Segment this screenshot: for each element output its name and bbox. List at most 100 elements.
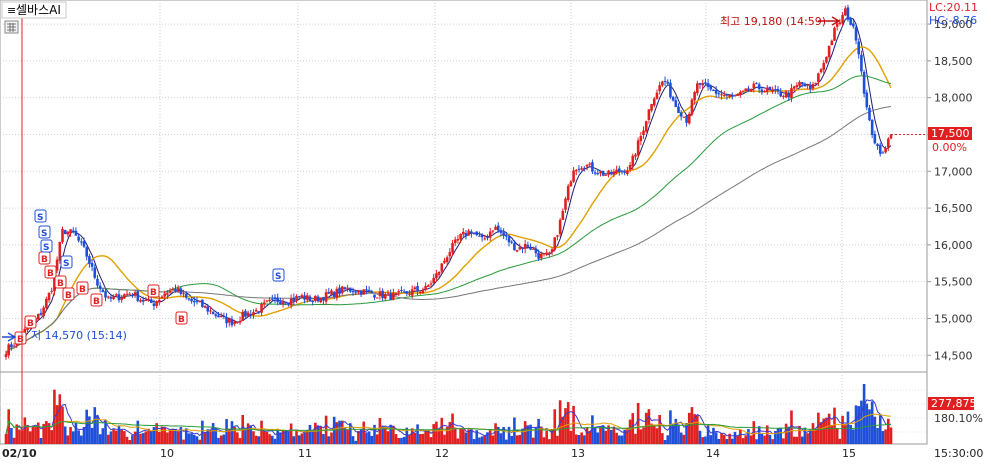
candle-body [620, 170, 624, 172]
volume-bar [843, 424, 847, 444]
candle-body [510, 241, 514, 243]
volume-bar [749, 435, 753, 444]
candle-body [128, 293, 132, 295]
volume-bar [327, 436, 331, 444]
sell-signal-label: S [275, 272, 281, 282]
candle-body [658, 85, 661, 92]
candle-body [849, 18, 852, 25]
high-annotation: 최고 19,180 (14:59) [720, 15, 826, 28]
candle-body [410, 289, 414, 296]
candle-body [480, 234, 484, 238]
low-annotation: 저 14,570 (15:14) [31, 329, 127, 342]
volume-bar [168, 429, 172, 444]
candle-body [362, 289, 366, 295]
volume-bar [190, 433, 193, 444]
volume-bar [760, 433, 764, 444]
volume-bar [604, 430, 608, 444]
volume-bar [133, 431, 137, 444]
candle-body [206, 306, 210, 312]
volume-bar [158, 432, 161, 444]
volume-bar [432, 424, 436, 444]
candle-body [873, 134, 877, 144]
volume-bar [209, 429, 212, 444]
candle-body [698, 83, 702, 85]
volume-bar [402, 436, 406, 444]
candle-body [566, 185, 570, 200]
candle-body [521, 247, 524, 250]
volume-bar [61, 406, 64, 444]
volume-bar [757, 426, 761, 444]
candle-body [93, 267, 97, 278]
volume-bar [357, 431, 360, 444]
volume-bar [833, 407, 836, 444]
volume-bar [696, 415, 699, 444]
volume-bar [838, 438, 842, 444]
candle-body [792, 86, 796, 89]
volume-bar [523, 421, 527, 444]
volume-bar [515, 435, 519, 444]
candle-body [241, 311, 245, 322]
candle-body [704, 82, 707, 84]
volume-bar [577, 435, 581, 444]
candle-body [443, 260, 446, 263]
volume-bar [531, 437, 535, 444]
candle-body [518, 247, 522, 250]
candle-body [225, 317, 228, 324]
candle-body [755, 82, 758, 84]
buy-signal-label: B [17, 335, 24, 345]
volume-bar [488, 429, 492, 444]
candle-body [319, 297, 323, 303]
candle-body [774, 89, 777, 91]
volume-bar [322, 434, 325, 444]
candle-body [741, 91, 745, 93]
candle-body [80, 241, 83, 243]
candle-body [491, 230, 495, 232]
candle-body [104, 291, 107, 298]
volume-bar [236, 432, 239, 444]
candle-body [381, 290, 384, 299]
candle-body [421, 290, 425, 294]
candle-body [744, 88, 748, 91]
stock-chart[interactable]: 19,00018,50018,00017,50017,00016,50016,0… [0, 0, 991, 466]
candle-body [209, 310, 212, 312]
y-tick-label: 16,500 [934, 202, 973, 215]
volume-bar [106, 434, 110, 444]
volume-bar [50, 430, 54, 444]
candle-body [179, 288, 183, 294]
volume-bar [74, 422, 78, 444]
volume-bar [483, 435, 487, 444]
volume-bar [314, 422, 317, 444]
volume-bar [733, 431, 737, 444]
candle-body [284, 301, 288, 304]
candle-body [303, 295, 306, 300]
volume-bar [556, 435, 559, 444]
candle-body [448, 252, 452, 257]
volume-bar [319, 426, 323, 444]
candle-body [693, 92, 696, 101]
volume-bar [698, 430, 702, 444]
candle-body [402, 291, 406, 293]
candle-body [878, 144, 882, 154]
volume-bar [553, 409, 557, 444]
candle-body [233, 321, 236, 324]
volume-bar [464, 432, 468, 444]
candle-body [176, 287, 180, 291]
volume-bar [4, 434, 8, 444]
candle-body [190, 299, 193, 302]
candle-body [857, 41, 861, 55]
volume-bar [39, 438, 43, 444]
y-tick-label: 18,500 [934, 55, 973, 68]
candle-body [806, 84, 809, 86]
candle-body [787, 92, 791, 98]
candle-body [287, 303, 290, 305]
candle-body [677, 106, 680, 114]
volume-bar [687, 412, 691, 444]
volume-bar [389, 424, 392, 444]
candle-body [876, 143, 879, 147]
volume-bar [857, 406, 861, 444]
candle-body [163, 293, 167, 297]
candle-body [631, 155, 635, 167]
dropdown-icon[interactable]: ≡ [7, 4, 16, 17]
x-tick-label: 02/10 [2, 447, 37, 460]
volume-bar [281, 430, 285, 444]
